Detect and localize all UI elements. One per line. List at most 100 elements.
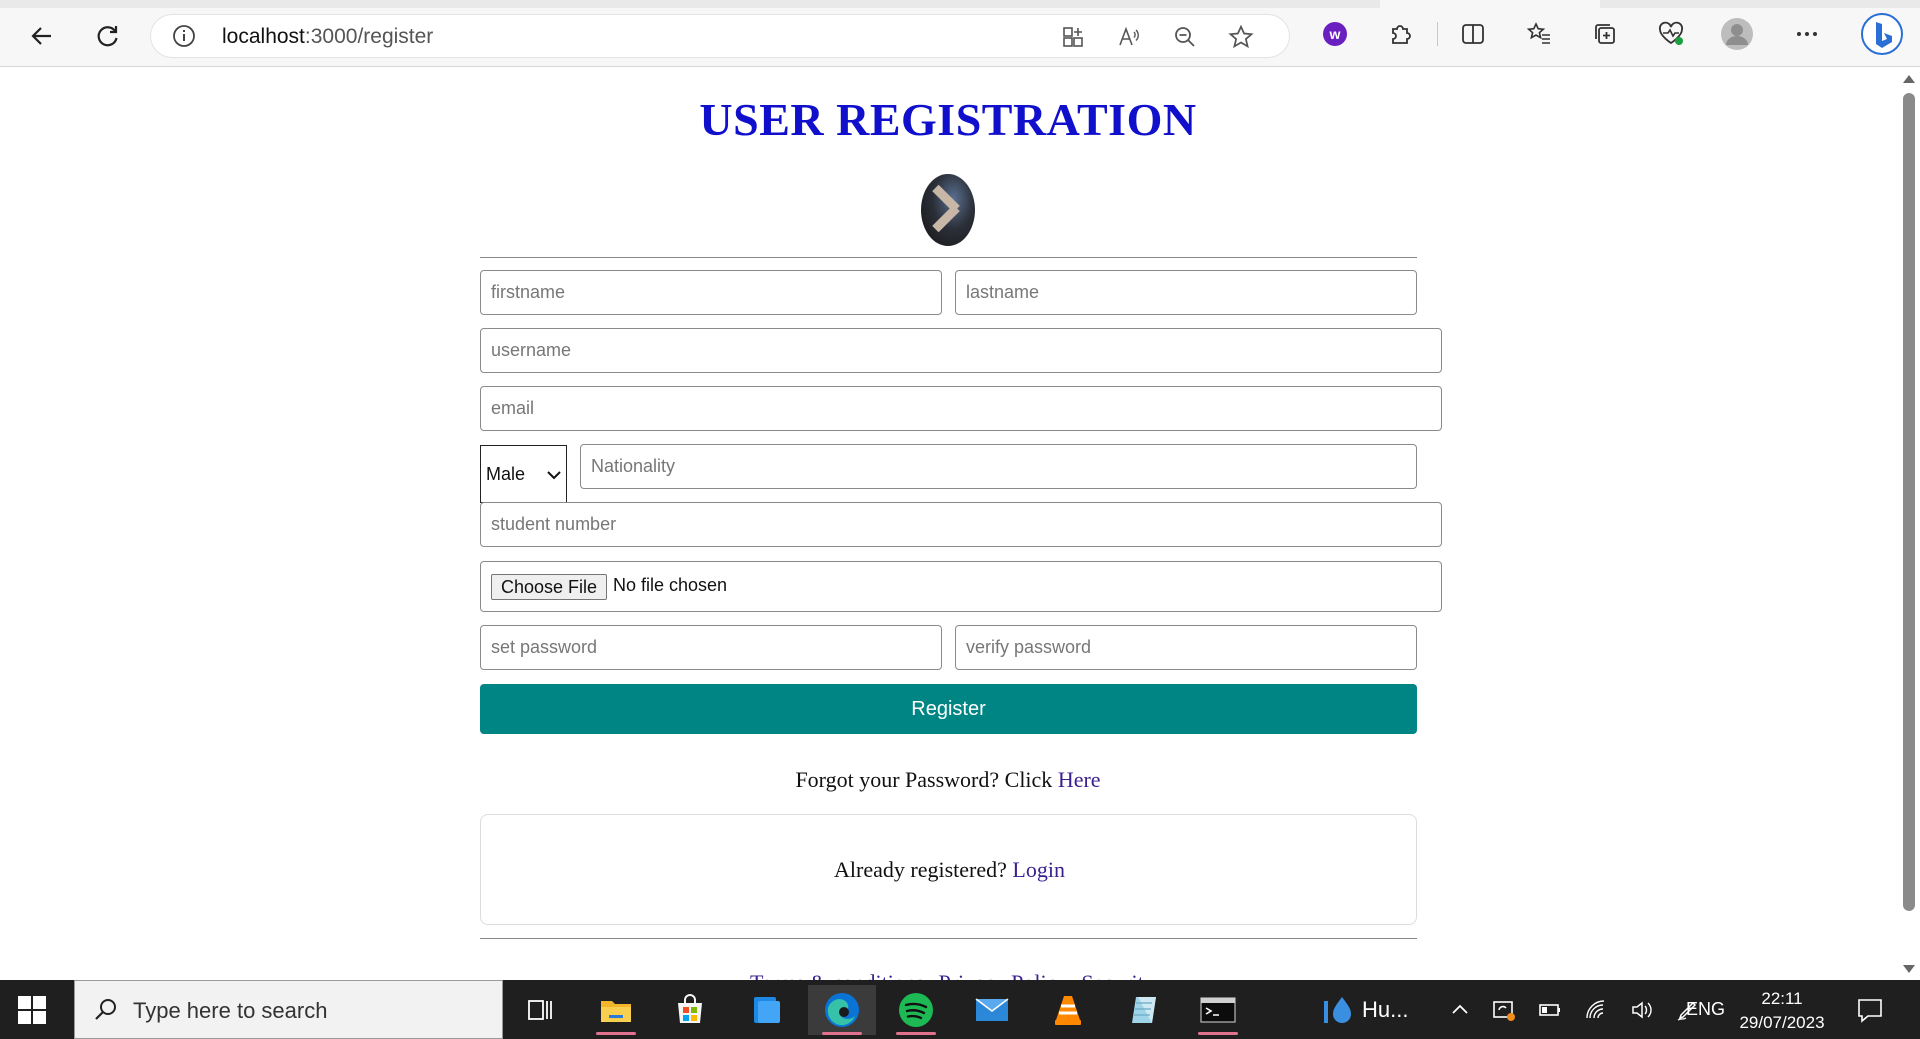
chevron-down-icon (547, 471, 561, 480)
page-title: USER REGISTRATION (699, 94, 1197, 145)
footer-links: Terms & conditions Privacy Policy Security (750, 970, 1169, 980)
language-indicator[interactable]: ENG (1686, 980, 1725, 1039)
site-info-icon[interactable] (172, 24, 196, 48)
forgot-password-text: Forgot your Password? Click (795, 767, 1053, 792)
start-button[interactable] (18, 996, 46, 1024)
mail-icon (975, 998, 1009, 1021)
taskbar-edge[interactable] (808, 985, 876, 1035)
verify-password-input[interactable] (955, 625, 1417, 670)
user-avatar (921, 174, 975, 246)
browser-essentials-icon[interactable] (1654, 17, 1688, 51)
scroll-down-arrow-icon[interactable] (1903, 965, 1915, 973)
firstname-input[interactable] (480, 270, 942, 315)
vlc-icon (1055, 996, 1081, 1025)
file-upload-field[interactable]: Choose File No file chosen (480, 561, 1442, 612)
battery-icon[interactable] (1538, 998, 1562, 1022)
refresh-icon (97, 26, 118, 47)
address-bar[interactable]: localhost:3000/register (150, 14, 1290, 58)
terminal-icon (1200, 997, 1236, 1023)
taskbar-search-box[interactable]: Type here to search (74, 980, 503, 1039)
taskbar-vlc[interactable] (1034, 985, 1102, 1035)
notification-center-icon[interactable] (1856, 996, 1884, 1024)
weather-humidity-icon (1324, 996, 1351, 1023)
page-viewport: USER REGISTRATION Male Choose File No fi… (0, 67, 1896, 980)
search-icon (95, 999, 116, 1020)
clock-time: 22:11 (1761, 989, 1803, 1008)
security-link[interactable]: Security (1081, 970, 1154, 980)
taskbar-blue-app[interactable] (732, 985, 800, 1035)
edge-icon (825, 993, 859, 1027)
system-tray-icons (1450, 980, 1700, 1039)
bottom-divider (480, 938, 1417, 939)
volume-icon[interactable] (1630, 998, 1654, 1022)
collections-icon[interactable] (1588, 17, 1622, 51)
toolbar-separator (1437, 22, 1438, 46)
login-prompt-box: Already registered? Login (480, 814, 1417, 925)
show-hidden-icons-chevron-icon[interactable] (1450, 1000, 1470, 1020)
taskbar-terminal[interactable] (1184, 985, 1252, 1035)
back-button[interactable] (22, 16, 62, 56)
taskbar-mail[interactable] (958, 985, 1026, 1035)
page-scrollbar[interactable] (1898, 67, 1920, 980)
settings-more-icon[interactable] (1790, 17, 1824, 51)
zoom-out-icon[interactable] (1172, 24, 1198, 50)
forgot-password-link[interactable]: Here (1058, 767, 1101, 792)
read-aloud-icon[interactable] (1116, 24, 1142, 50)
tab-strip (0, 0, 1920, 8)
task-view-button[interactable] (506, 985, 574, 1035)
gender-selected-value: Male (486, 464, 526, 484)
notes-icon (1132, 997, 1156, 1023)
refresh-button[interactable] (88, 16, 128, 56)
url-host: localhost (222, 25, 305, 48)
folder-icon (601, 1001, 631, 1022)
task-view-icon (528, 1000, 552, 1020)
taskbar-microsoft-store[interactable] (656, 985, 724, 1035)
spotify-icon (899, 993, 933, 1027)
privacy-link[interactable]: Privacy Policy (938, 970, 1067, 980)
lastname-input[interactable] (955, 270, 1417, 315)
favorites-icon[interactable] (1522, 17, 1556, 51)
search-placeholder: Type here to search (133, 998, 328, 1023)
register-button[interactable]: Register (480, 684, 1417, 734)
favorite-star-icon[interactable] (1228, 24, 1254, 50)
terms-link[interactable]: Terms & conditions (750, 970, 924, 980)
clock-date: 29/07/2023 (1739, 1013, 1825, 1032)
nationality-input[interactable] (580, 444, 1417, 489)
windows-taskbar: Type here to search Hu... ENG 22:11 29/0… (0, 980, 1920, 1039)
scrollbar-thumb[interactable] (1903, 93, 1915, 911)
taskbar-spotify[interactable] (882, 985, 950, 1035)
url-text[interactable]: localhost:3000/register (222, 25, 433, 49)
email-input[interactable] (480, 386, 1442, 431)
gender-select[interactable]: Male (480, 445, 567, 503)
choose-file-button[interactable]: Choose File (491, 574, 608, 600)
weather-widget[interactable]: Hu... (1320, 980, 1408, 1039)
back-arrow-icon (31, 27, 51, 45)
taskbar-file-explorer[interactable] (582, 985, 650, 1035)
profile-avatar-icon[interactable] (1720, 17, 1754, 51)
app-available-icon[interactable] (1060, 24, 1086, 50)
wifi-icon[interactable] (1584, 998, 1608, 1022)
username-input[interactable] (480, 328, 1442, 373)
extensions-puzzle-icon[interactable] (1384, 17, 1418, 51)
url-path: :3000/register (304, 25, 434, 48)
already-registered-text: Already registered? (834, 857, 1007, 882)
set-password-input[interactable] (480, 625, 942, 670)
top-divider (480, 257, 1417, 258)
taskbar-notes-app[interactable] (1110, 985, 1178, 1035)
browser-toolbar: localhost:3000/register w (0, 0, 1920, 67)
active-tab[interactable] (1380, 0, 1600, 8)
login-link[interactable]: Login (1012, 857, 1065, 882)
forgot-password-line: Forgot your Password? Click Here (0, 767, 1896, 793)
scroll-up-arrow-icon[interactable] (1903, 75, 1915, 83)
student-number-input[interactable] (480, 502, 1442, 547)
extension-w-icon[interactable]: w (1318, 17, 1352, 51)
store-icon (678, 994, 702, 1023)
svg-text:w: w (1329, 26, 1341, 42)
update-status-icon[interactable] (1492, 998, 1516, 1022)
split-screen-icon[interactable] (1456, 17, 1490, 51)
bing-chat-icon[interactable] (1860, 12, 1904, 56)
blue-app-icon (754, 997, 780, 1023)
taskbar-clock[interactable]: 22:11 29/07/2023 (1732, 987, 1832, 1035)
file-status-text: No file chosen (613, 575, 728, 595)
weather-label: Hu... (1362, 996, 1409, 1022)
